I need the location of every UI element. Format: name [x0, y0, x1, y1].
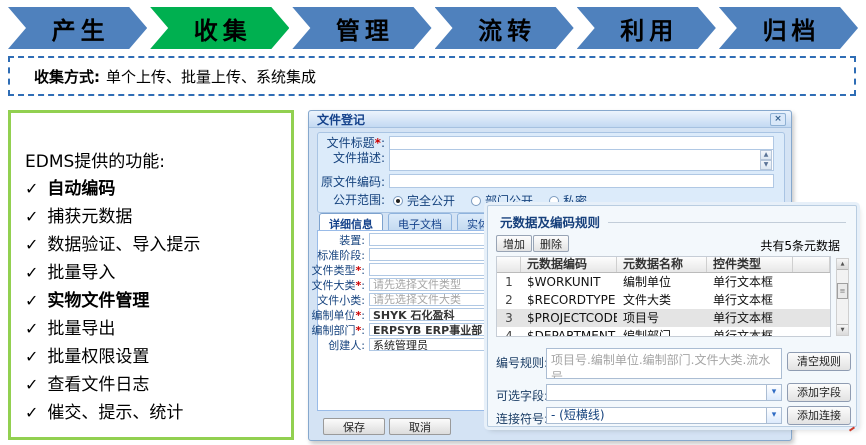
check-icon: ✓ [25, 403, 38, 422]
file-title-label: 文件标题*: [309, 136, 385, 150]
feature-item: ✓自动编码 [25, 175, 285, 203]
chevron-down-icon[interactable]: ▾ [766, 408, 781, 423]
clear-rule-button[interactable]: 清空规则 [787, 352, 851, 371]
feature-item: ✓实物文件管理 [25, 287, 285, 315]
tab-electronic-doc[interactable]: 电子文档 [388, 213, 452, 231]
scroll-down-icon[interactable]: ▼ [760, 160, 772, 170]
red-mark-artifact [849, 426, 855, 431]
scope-label: 公开范围: [309, 193, 385, 207]
feature-item: ✓查看文件日志 [25, 371, 285, 399]
check-icon: ✓ [25, 291, 38, 310]
connector-label: 连接符号: [496, 410, 548, 427]
screen: 产生 收集 管理 流转 利用 归档 收集方式: 单个上传、批量上传、系统集成 E… [0, 0, 866, 445]
feature-item: ✓数据验证、导入提示 [25, 231, 285, 259]
table-scrollbar[interactable]: ▲ ≡ ▼ [836, 258, 849, 336]
optional-field-select[interactable]: ▾ [546, 384, 782, 401]
table-row[interactable]: 2 $RECORDTYPE 文件大类 单行文本框 [497, 291, 830, 309]
feature-item: ✓批量权限设置 [25, 343, 285, 371]
delete-metadata-button[interactable]: 删除 [533, 235, 569, 252]
table-row[interactable]: 1 $WORKUNIT 编制单位 单行文本框 [497, 273, 830, 291]
divider [608, 222, 846, 223]
table-header: 元数据编码 元数据名称 控件类型 [497, 257, 830, 273]
tab-detail-info[interactable]: 详细信息 [319, 213, 383, 231]
close-button[interactable]: × [770, 113, 786, 126]
file-type-label: 文件类型*: [309, 264, 365, 278]
flow-step-6: 归档 [719, 7, 858, 49]
file-subcategory-label: 文件小类: [309, 294, 365, 308]
radio-icon [471, 196, 481, 206]
radio-scope-public[interactable]: 完全公开 [393, 192, 455, 209]
chevron-down-icon[interactable]: ▾ [766, 385, 781, 400]
check-icon: ✓ [25, 179, 38, 198]
check-icon: ✓ [25, 263, 38, 282]
dialog-title: 文件登记 [317, 111, 770, 128]
add-field-button[interactable]: 添加字段 [787, 383, 851, 402]
scroll-up-icon[interactable]: ▲ [837, 259, 848, 270]
numbering-rule-input[interactable] [546, 348, 782, 379]
check-icon: ✓ [25, 347, 38, 366]
original-code-label: 原文件编码: [309, 175, 385, 189]
original-code-input[interactable] [389, 174, 774, 188]
file-title-input[interactable] [389, 136, 774, 150]
cancel-button[interactable]: 取消 [389, 418, 451, 435]
save-button[interactable]: 保存 [323, 418, 385, 435]
check-icon: ✓ [25, 207, 38, 226]
optional-field-label: 可选字段: [496, 387, 548, 404]
metadata-count: 共有5条元数据 [760, 237, 840, 254]
numbering-rule-label: 编号规则: [496, 354, 548, 371]
dialog-titlebar[interactable]: 文件登记 × [309, 111, 791, 128]
add-metadata-button[interactable]: 增加 [496, 235, 532, 252]
file-description-label: 文件描述: [309, 151, 385, 165]
feature-item: ✓催交、提示、统计 [25, 399, 285, 427]
compile-department-label: 编制部门*: [309, 324, 365, 338]
panel-header: 元数据及编码规则 [500, 212, 846, 231]
collect-method-box: 收集方式: 单个上传、批量上传、系统集成 [8, 56, 856, 96]
close-icon: × [774, 114, 782, 124]
process-flow: 产生 收集 管理 流转 利用 归档 [8, 7, 858, 49]
table-row-selected[interactable]: 3 $PROJECTCODE 项目号 单行文本框 [497, 309, 830, 327]
scroll-up-icon[interactable]: ▲ [760, 150, 772, 160]
features-title: EDMS提供的功能: [25, 149, 285, 175]
table-row[interactable]: 4 $DEPARTMENT 编制部门 单行文本框 [497, 327, 830, 337]
connector-select[interactable]: - (短横线) ▾ [546, 407, 782, 424]
panel-title: 元数据及编码规则 [500, 212, 600, 231]
flow-step-2-active: 收集 [150, 7, 289, 49]
flow-step-5: 利用 [577, 7, 716, 49]
collect-method-label: 收集方式: [34, 66, 100, 87]
metadata-rules-panel: 元数据及编码规则 增加 删除 共有5条元数据 元数据编码 元数据名称 控件类型 … [487, 205, 857, 427]
features-box: EDMS提供的功能: ✓自动编码 ✓捕获元数据 ✓数据验证、导入提示 ✓批量导入… [8, 110, 294, 440]
add-connector-button[interactable]: 添加连接 [787, 406, 851, 425]
scrollbar-thumb[interactable]: ≡ [837, 283, 848, 299]
standard-stage-label: 标准阶段: [309, 249, 365, 263]
feature-item: ✓批量导出 [25, 315, 285, 343]
flow-step-3: 管理 [292, 7, 431, 49]
feature-item: ✓捕获元数据 [25, 203, 285, 231]
metadata-table: 元数据编码 元数据名称 控件类型 1 $WORKUNIT 编制单位 单行文本框 … [496, 256, 831, 337]
file-category-label: 文件大类*: [309, 279, 365, 293]
check-icon: ✓ [25, 235, 38, 254]
scroll-down-icon[interactable]: ▼ [837, 324, 848, 335]
compile-unit-label: 编制单位*: [309, 309, 365, 323]
radio-icon [393, 196, 403, 206]
feature-item: ✓批量导入 [25, 259, 285, 287]
flow-step-1: 产生 [8, 7, 147, 49]
file-description-input[interactable] [389, 149, 774, 171]
creator-label: 创建人: [309, 339, 365, 353]
check-icon: ✓ [25, 319, 38, 338]
check-icon: ✓ [25, 375, 38, 394]
collect-method-text: 单个上传、批量上传、系统集成 [106, 66, 316, 87]
flow-step-4: 流转 [435, 7, 574, 49]
device-label: 装置: [309, 234, 365, 248]
